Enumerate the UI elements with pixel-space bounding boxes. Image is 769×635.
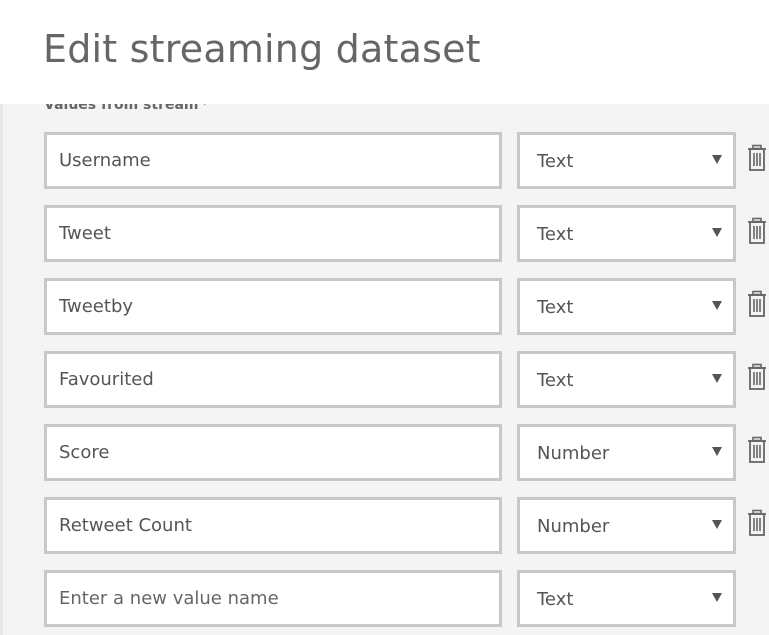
value-name-input[interactable] [44, 278, 502, 335]
delete-value-button[interactable] [745, 217, 769, 245]
value-type-label: Number [537, 516, 610, 537]
chevron-down-icon [712, 447, 722, 456]
value-type-select[interactable]: Number [517, 424, 736, 481]
new-value-row: Text [44, 570, 769, 627]
value-row: Number [44, 424, 769, 481]
trash-icon [748, 363, 766, 390]
trash-icon [748, 217, 766, 244]
value-name-input[interactable] [44, 132, 502, 189]
dialog-header: Edit streaming dataset [0, 0, 769, 104]
value-type-select[interactable]: Text [517, 205, 736, 262]
value-type-label: Text [537, 297, 574, 318]
delete-value-button[interactable] [745, 363, 769, 391]
value-row: Text [44, 278, 769, 335]
values-section-label: Values from stream * [44, 104, 208, 113]
trash-icon [748, 144, 766, 171]
value-type-select[interactable]: Text [517, 570, 736, 627]
chevron-down-icon [712, 228, 722, 237]
delete-value-button[interactable] [745, 436, 769, 464]
chevron-down-icon [712, 155, 722, 164]
values-panel: Values from stream* Text Text [0, 104, 769, 635]
delete-value-button[interactable] [745, 509, 769, 537]
value-row: Text [44, 351, 769, 408]
delete-value-button[interactable] [745, 290, 769, 318]
value-type-label: Number [537, 443, 610, 464]
value-type-select[interactable]: Text [517, 351, 736, 408]
chevron-down-icon [712, 520, 722, 529]
chevron-down-icon [712, 593, 722, 602]
value-row: Text [44, 132, 769, 189]
chevron-down-icon [712, 301, 722, 310]
delete-value-button[interactable] [745, 144, 769, 172]
value-name-input[interactable] [44, 205, 502, 262]
required-marker: * [201, 104, 209, 113]
chevron-down-icon [712, 374, 722, 383]
new-value-name-input[interactable] [44, 570, 502, 627]
value-rows: Text Text [44, 132, 769, 635]
value-type-select[interactable]: Text [517, 278, 736, 335]
values-label-text: Values from stream [44, 104, 199, 113]
page-title: Edit streaming dataset [43, 27, 481, 71]
value-name-input[interactable] [44, 351, 502, 408]
trash-icon [748, 436, 766, 463]
value-row: Number [44, 497, 769, 554]
value-type-label: Text [537, 370, 574, 391]
value-type-label: Text [537, 151, 574, 172]
value-row: Text [44, 205, 769, 262]
value-type-select[interactable]: Text [517, 132, 736, 189]
value-type-label: Text [537, 589, 574, 610]
value-type-select[interactable]: Number [517, 497, 736, 554]
value-type-label: Text [537, 224, 574, 245]
value-name-input[interactable] [44, 497, 502, 554]
trash-icon [748, 290, 766, 317]
trash-icon [748, 509, 766, 536]
value-name-input[interactable] [44, 424, 502, 481]
